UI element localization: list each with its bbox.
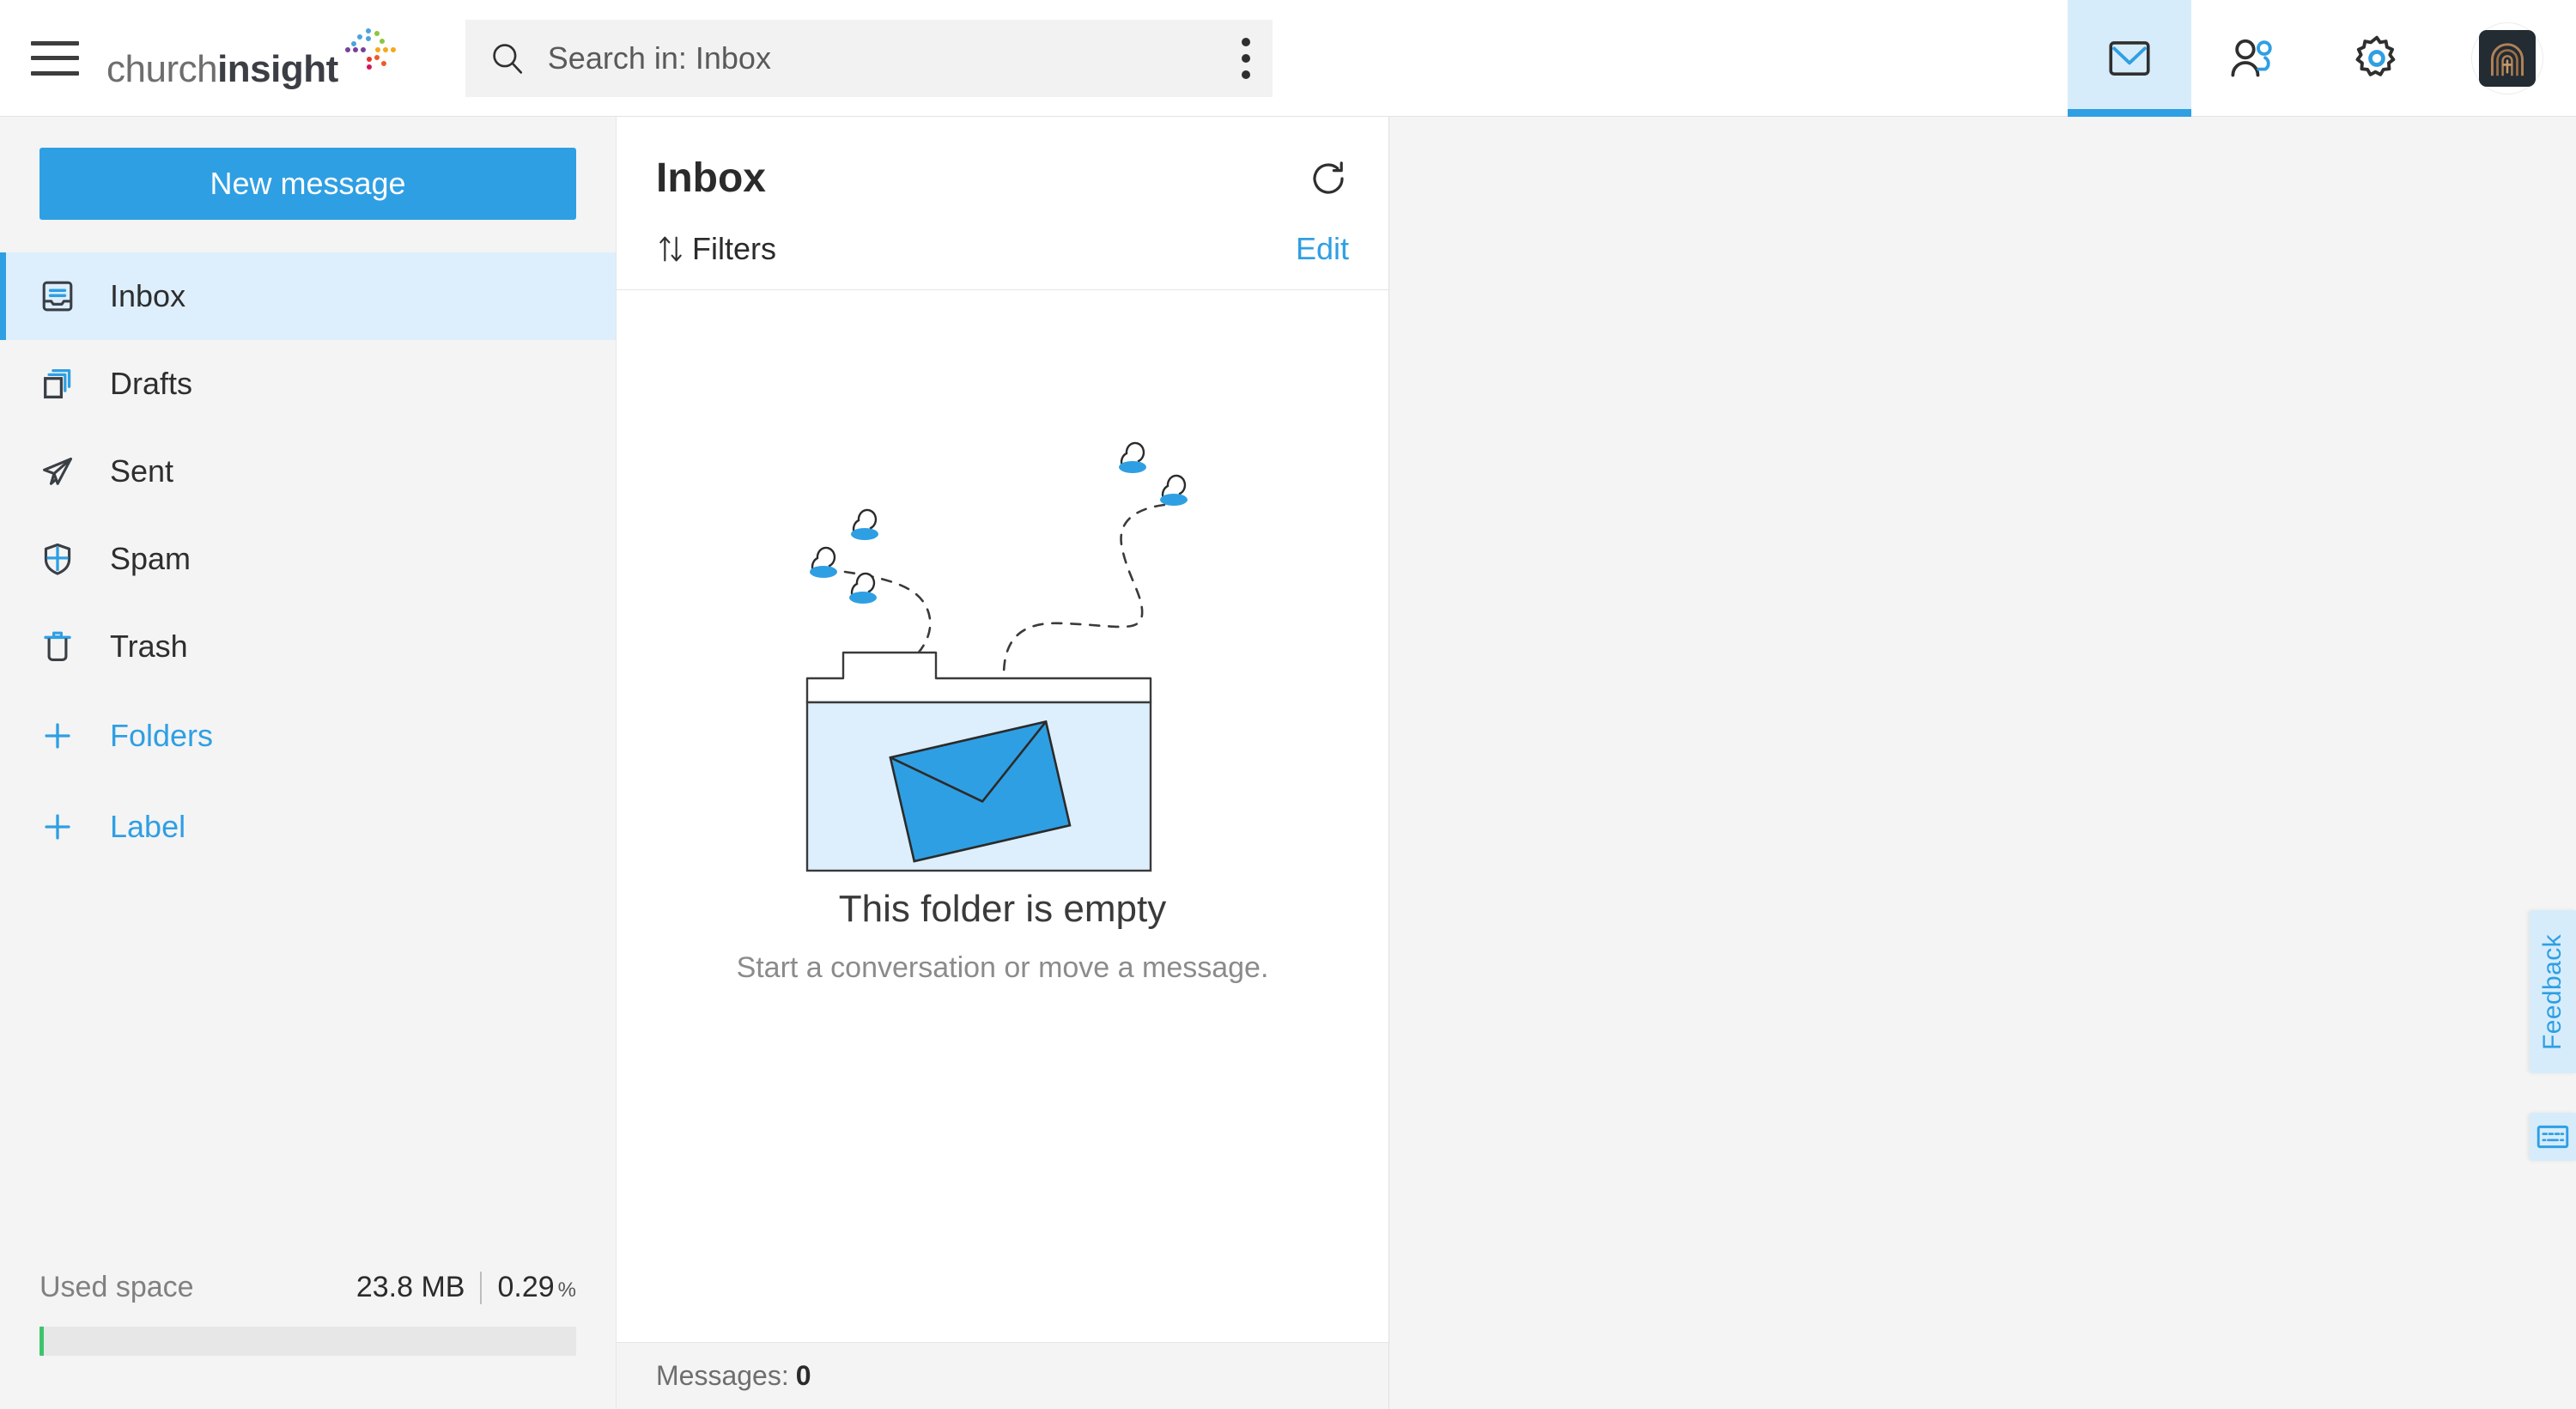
feedback-label: Feedback	[2538, 933, 2567, 1050]
storage-progress-fill	[39, 1327, 44, 1356]
edit-button[interactable]: Edit	[1296, 231, 1349, 267]
sidebar-item-drafts[interactable]: Drafts	[0, 340, 616, 428]
brand-wordmark: churchinsight	[106, 47, 338, 90]
sidebar-item-inbox[interactable]: Inbox	[0, 252, 616, 340]
empty-state-subtitle: Start a conversation or move a message.	[736, 951, 1269, 984]
trash-icon	[38, 627, 77, 666]
storage-progress-bar	[39, 1327, 576, 1356]
kebab-menu-icon[interactable]	[1241, 37, 1250, 79]
message-count-value: 0	[795, 1360, 811, 1391]
butterfly	[848, 572, 877, 604]
mail-application: churchinsight Search in: Inbox New messa…	[0, 0, 2576, 1409]
sidebar: New message Inbox Drafts Sent Spam Trash…	[0, 117, 617, 1409]
search-icon	[493, 43, 522, 74]
brand-word-bold: insight	[217, 47, 338, 90]
top-bar: churchinsight	[0, 0, 2576, 117]
church-arch-icon	[2490, 42, 2524, 76]
mail-icon	[2109, 40, 2150, 76]
app-body: New message Inbox Drafts Sent Spam Trash…	[0, 117, 2576, 1409]
avatar-image	[2479, 29, 2536, 87]
empty-folder-with-envelope-illustration	[805, 441, 1188, 872]
brand-word-light: church	[106, 47, 218, 90]
filters-label: Filters	[692, 231, 776, 266]
keyboard-icon	[2537, 1125, 2569, 1149]
keyboard-shortcuts-button[interactable]	[2530, 1113, 2576, 1161]
page-title: Inbox	[656, 155, 766, 201]
search-area	[465, 19, 1273, 97]
butterfly	[1159, 474, 1188, 506]
spam-icon	[38, 539, 77, 579]
user-avatar-button[interactable]	[2439, 0, 2576, 117]
message-count-bar: Messages: 0	[617, 1342, 1388, 1409]
storage-percent-symbol: %	[557, 1278, 576, 1302]
storage-size: 23.8 MB	[355, 1271, 465, 1303]
refresh-icon[interactable]	[1308, 158, 1349, 199]
new-message-button[interactable]: New message	[39, 148, 576, 220]
storage-values: 23.8 MB 0.29 %	[356, 1271, 576, 1304]
message-list-toolbar: Filters Edit	[656, 231, 1349, 289]
sent-icon	[38, 452, 77, 491]
message-list-header: Inbox Filters Edit	[617, 117, 1388, 289]
hamburger-bar	[31, 40, 79, 46]
storage-usage: Used space 23.8 MB 0.29 %	[0, 1271, 616, 1356]
butterfly	[1118, 441, 1146, 473]
search-bar[interactable]	[465, 19, 1273, 97]
hamburger-bar	[31, 70, 79, 76]
butterfly	[850, 508, 878, 540]
message-list-title-row: Inbox	[656, 155, 1349, 202]
sort-arrows-icon	[659, 236, 682, 262]
storage-separator	[480, 1271, 483, 1304]
top-bar-actions	[2068, 0, 2576, 117]
storage-label: Used space	[39, 1271, 194, 1303]
filters-button[interactable]: Filters	[656, 231, 776, 267]
contacts-tab-button[interactable]	[2191, 0, 2315, 117]
inbox-icon	[38, 276, 77, 316]
plus-icon	[38, 716, 77, 756]
feedback-button[interactable]: Feedback	[2530, 910, 2576, 1073]
empty-state-title: This folder is empty	[838, 888, 1167, 930]
brand-burst-icon	[340, 27, 396, 82]
hamburger-bar	[31, 56, 79, 60]
sidebar-item-add-folder[interactable]: Folders	[0, 690, 616, 781]
empty-state: This folder is empty Start a conversatio…	[617, 290, 1388, 1342]
storage-usage-row: Used space 23.8 MB 0.29 %	[39, 1271, 576, 1304]
sidebar-item-trash[interactable]: Trash	[0, 603, 616, 690]
sidebar-item-label: Sent	[110, 453, 174, 489]
mail-tab-button[interactable]	[2068, 0, 2191, 117]
menu-toggle-button[interactable]	[31, 40, 79, 76]
folder-nav-list: Inbox Drafts Sent Spam Trash Folders Lab…	[0, 252, 616, 872]
brand-logo[interactable]: churchinsight	[106, 27, 396, 90]
sidebar-item-label: Drafts	[110, 366, 193, 401]
message-count-label: Messages:	[656, 1360, 789, 1391]
settings-button[interactable]	[2315, 0, 2439, 117]
sidebar-item-label: Inbox	[110, 278, 186, 313]
search-input[interactable]	[547, 39, 1242, 76]
drafts-icon	[38, 364, 77, 404]
sidebar-item-spam[interactable]: Spam	[0, 515, 616, 603]
plus-icon	[38, 807, 77, 847]
sidebar-item-sent[interactable]: Sent	[0, 428, 616, 515]
butterfly	[809, 546, 837, 578]
sidebar-item-label: Spam	[110, 541, 191, 576]
reading-pane	[1389, 117, 2576, 1409]
storage-percent: 0.29	[497, 1271, 555, 1303]
gear-icon	[2355, 35, 2396, 76]
sidebar-item-add-label[interactable]: Label	[0, 781, 616, 872]
avatar	[2472, 22, 2543, 94]
sidebar-item-label: Label	[110, 809, 186, 844]
message-list-panel: Inbox Filters Edit This folder is empty …	[617, 117, 1389, 1409]
sidebar-item-label: Trash	[110, 629, 188, 664]
contacts-icon	[2231, 39, 2272, 76]
sidebar-item-label: Folders	[110, 718, 214, 753]
